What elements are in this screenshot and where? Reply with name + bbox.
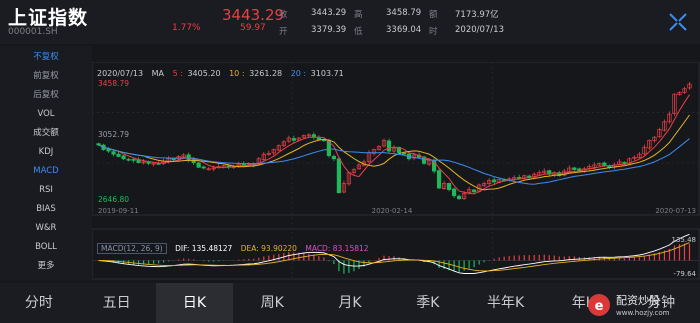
candle-body [446,183,452,190]
macd-params-button[interactable]: MACD(12, 26, 9) [97,243,167,254]
tab-weekly-k[interactable]: 周K [233,283,311,323]
x-tick-label: 2020-02-14 [372,207,413,215]
quote-label-amount: 额 [429,10,438,20]
candle-body [121,155,126,160]
dea-label: DEA: [240,244,259,253]
indicator-menu: 不复权 前复权 后复权 VOL 成交额 KDJ MACD RSI BIAS W&… [0,46,92,280]
menu-item-rsi[interactable]: RSI [0,181,92,200]
candle-body [336,158,342,194]
x-tick-label: 2020-07-13 [655,207,696,215]
menu-item-wr[interactable]: W&R [0,219,92,238]
menu-item-macd[interactable]: MACD [0,162,92,181]
quote-value-high: 3458.79 [386,8,422,18]
candle-body [457,195,462,200]
tab-monthly-k[interactable]: 月K [311,283,389,323]
current-price: 3443.29 [222,6,285,24]
candle-body [401,152,407,155]
menu-item-no-adjust[interactable]: 不复权 [0,48,92,67]
macd-label: MACD: [305,244,331,253]
index-title: 上证指数 [8,7,89,29]
menu-item-backward-adjust[interactable]: 后复权 [0,86,92,105]
menu-item-turnover[interactable]: 成交额 [0,124,92,143]
macd-value: 83.15812 [332,244,369,253]
quote-header: 上证指数 000001.SH 3443.29 1.77% 59.97 收 344… [0,0,700,44]
dea-value: 93.90220 [261,244,297,253]
dif-value: 135.48127 [191,244,233,253]
tab-daily-k[interactable]: 日K [155,283,234,323]
quote-label-low: 低 [354,27,363,37]
change-amount: 59.97 [240,23,266,33]
price-low-label: 2646.80 [98,195,129,204]
candle-body [331,155,337,160]
candle-body [96,143,101,146]
candle-body [106,148,111,152]
candle-body [201,166,206,169]
dif-line [98,233,690,274]
macd-min-label: -79.64 [673,270,696,278]
candle-body [451,188,457,197]
index-code: 000001.SH [8,27,58,37]
tab-five-day[interactable]: 五日 [78,283,156,323]
ma5-line [98,94,690,195]
change-percent: 1.77% [172,23,201,33]
menu-item-more[interactable]: 更多 [0,257,92,276]
menu-item-boll[interactable]: BOLL [0,238,92,257]
quote-label-time: 时 [429,27,438,37]
price-high-label: 3458.79 [98,79,129,88]
candle-body [622,161,627,164]
candle-body [131,159,136,161]
watermark-logo: e 配资炒股 www.hozjy.com [588,294,670,317]
price-pane-frame [92,62,700,216]
candle-body [316,137,321,140]
tab-intraday[interactable]: 分时 [0,283,78,323]
candle-body [572,167,577,170]
candle-body [116,153,121,157]
macd-max-label: 135.48 [672,236,697,244]
quote-value-time: 2020/07/13 [455,25,504,35]
macd-readout: MACD(12, 26, 9) DIF: 135.48127 DEA: 93.9… [97,243,369,254]
quote-label-high: 高 [354,10,363,20]
watermark-subtext: www.hozjy.com [616,309,670,317]
tab-quarterly-k[interactable]: 季K [389,283,467,323]
tab-halfyear-k[interactable]: 半年K [467,283,545,323]
price-mid-label: 3052.79 [98,130,129,139]
quote-label-open: 开 [279,27,288,37]
candle-body [472,189,477,193]
x-tick-label: 2019-09-11 [98,207,139,215]
watermark-text: 配资炒股 [616,294,660,307]
candle-body [436,170,442,189]
candle-body [126,158,131,161]
menu-item-forward-adjust[interactable]: 前复权 [0,67,92,86]
quote-value-amount: 7173.97亿 [455,10,499,20]
quote-label-close: 收 [279,10,288,20]
quote-value-close: 3443.29 [311,8,347,18]
candle-body [111,151,116,155]
candle-body [171,158,176,161]
quote-value-open: 3379.39 [311,25,347,35]
menu-item-vol[interactable]: VOL [0,105,92,124]
candle-body [196,162,201,168]
menu-item-bias[interactable]: BIAS [0,200,92,219]
candle-body [386,140,392,152]
quote-value-low: 3369.04 [386,25,422,35]
watermark-e-icon: e [595,299,604,314]
collapse-icon[interactable] [666,10,690,34]
dif-label: DIF: [175,244,190,253]
candle-body [241,163,246,166]
menu-item-kdj[interactable]: KDJ [0,143,92,162]
candle-body [291,138,296,141]
candle-body [602,162,607,167]
candle-body [492,179,497,183]
macd-pane-frame [92,228,700,280]
